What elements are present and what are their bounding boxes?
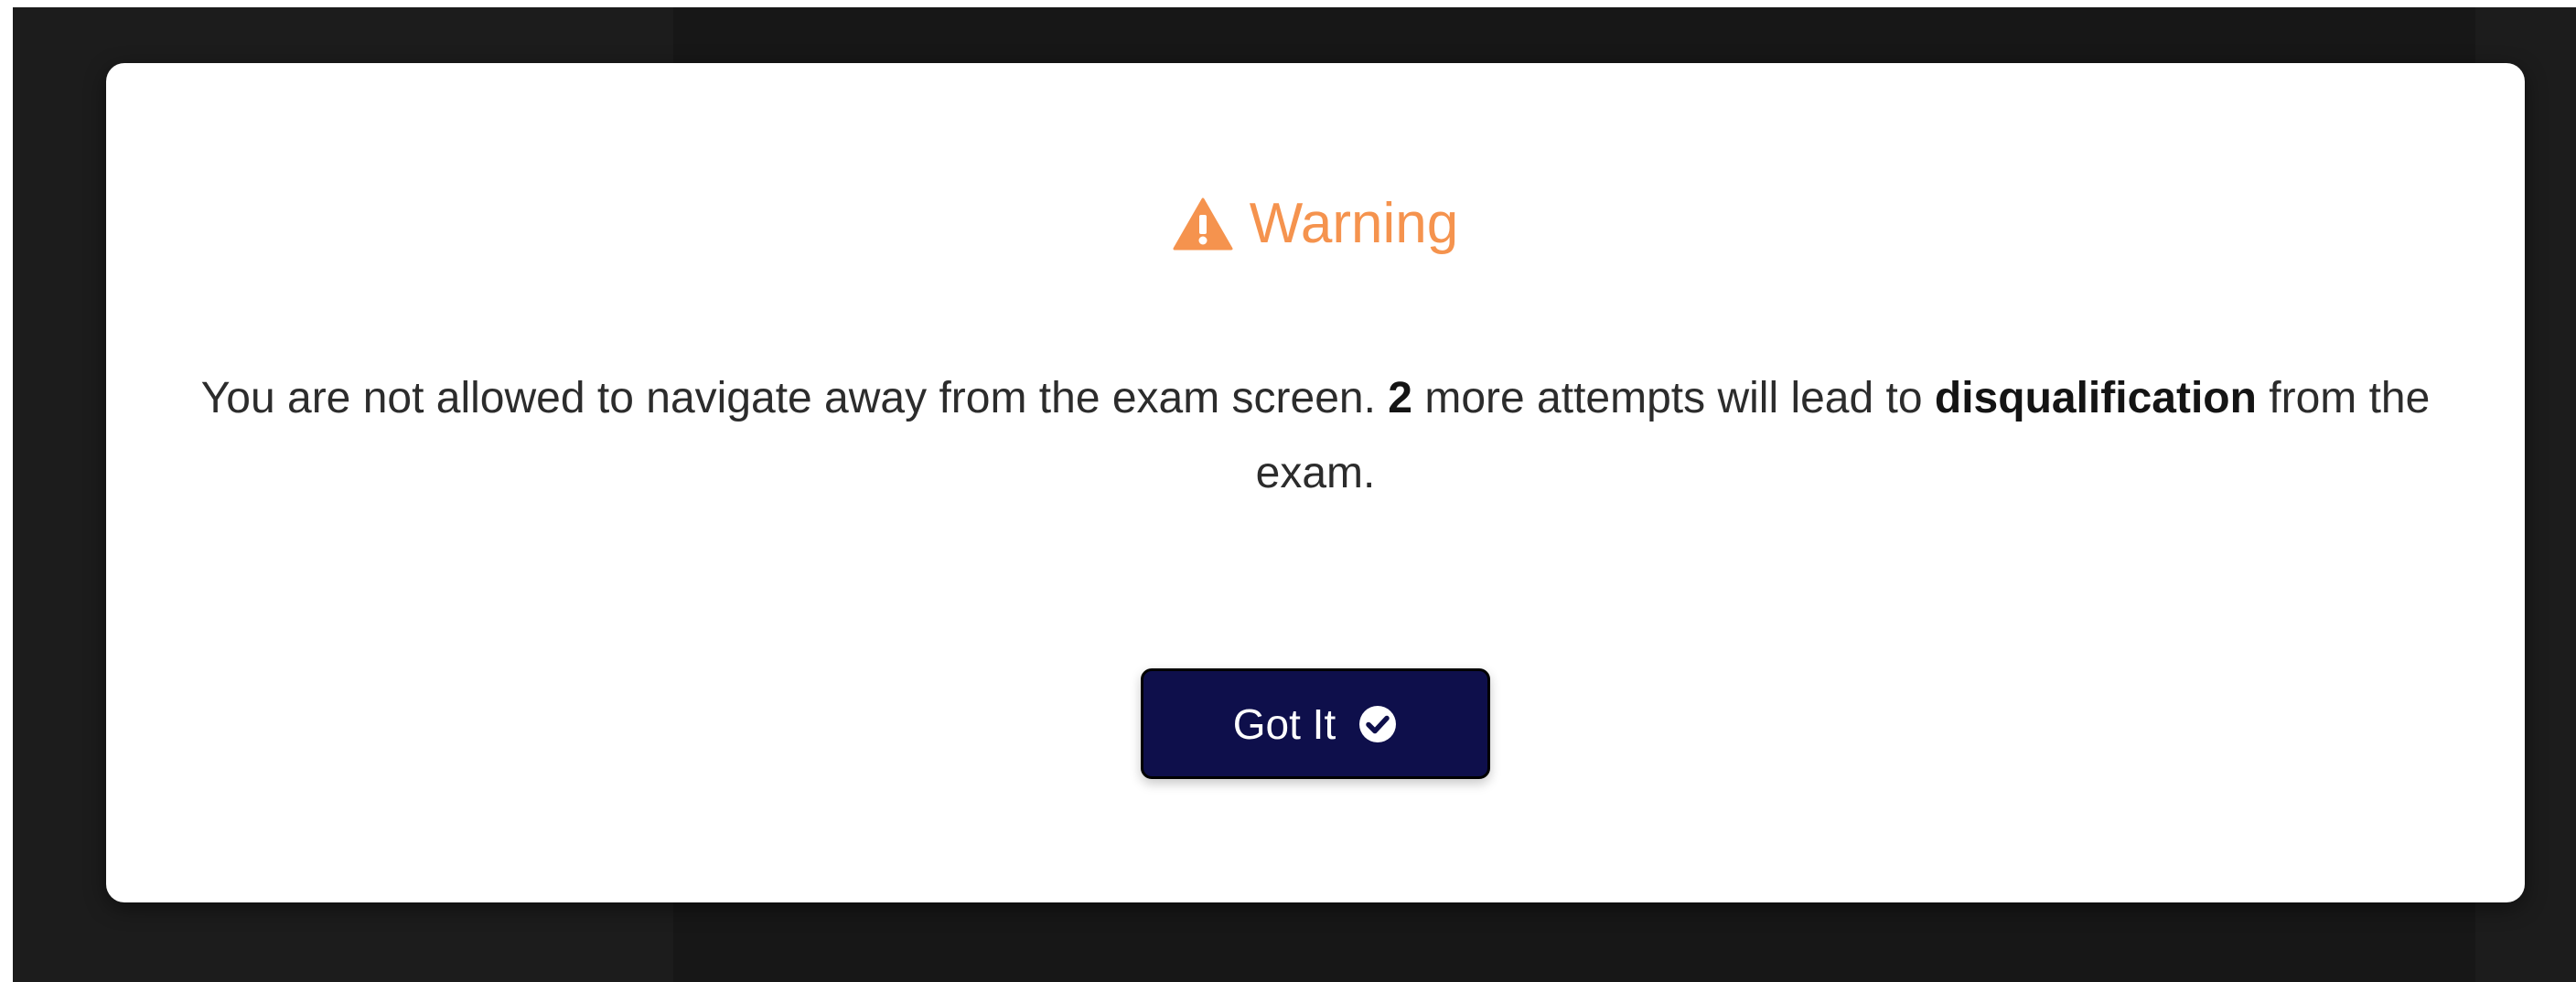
dialog-message: You are not allowed to navigate away fro… xyxy=(170,361,2461,511)
dialog-title-text: Warning xyxy=(1249,192,1459,255)
warning-triangle-icon xyxy=(1173,197,1233,251)
got-it-button-label: Got It xyxy=(1232,699,1336,748)
check-circle-icon xyxy=(1358,704,1398,744)
message-text-part1: You are not allowed to navigate away fro… xyxy=(200,374,1389,422)
attempts-count: 2 xyxy=(1388,374,1412,422)
got-it-button[interactable]: Got It xyxy=(1141,668,1490,779)
dialog-title: Warning xyxy=(106,186,2525,262)
warning-dialog: Warning You are not allowed to navigate … xyxy=(106,63,2525,902)
disqualification-emphasis: disqualification xyxy=(1934,374,2257,422)
message-text-part2: more attempts will lead to xyxy=(1412,374,1935,422)
